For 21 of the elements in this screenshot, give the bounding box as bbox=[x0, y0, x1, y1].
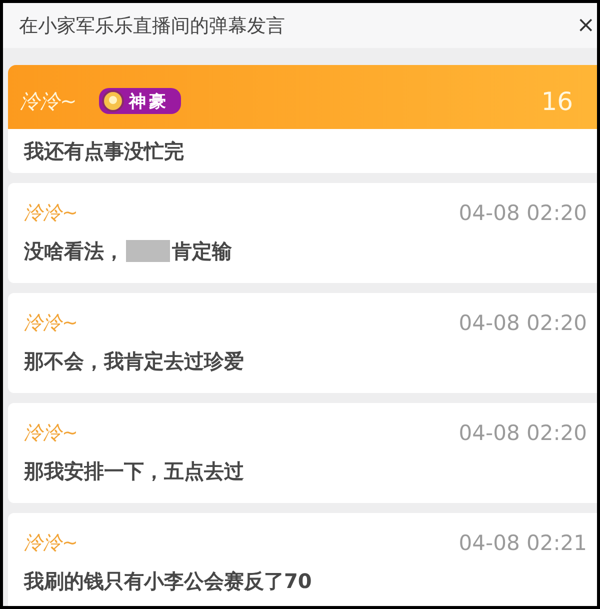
badge-label: 神豪 bbox=[128, 90, 169, 112]
message-count: 16 bbox=[541, 86, 573, 116]
window-title: 在小家军乐乐直播间的弹幕发言 bbox=[19, 14, 285, 38]
message-text: 没啥看法， bbox=[24, 238, 124, 264]
message-text: 我刷的钱只有小李公会赛反了70 bbox=[24, 568, 312, 594]
blurred-text bbox=[126, 240, 170, 262]
user-name: 泠泠~ bbox=[24, 531, 78, 556]
user-name: 泠泠~ bbox=[24, 311, 78, 336]
message-text: 我还有点事没忙完 bbox=[24, 138, 184, 164]
user-name: 泠泠~ bbox=[24, 201, 78, 226]
message-time: 04-08 02:20 bbox=[458, 421, 587, 445]
message-time: 04-08 02:21 bbox=[458, 531, 587, 555]
user-name: 泠泠~ bbox=[24, 421, 78, 446]
message-text: 那我安排一下，五点去过 bbox=[24, 458, 244, 484]
message-text: 那不会，我肯定去过珍爱 bbox=[24, 348, 244, 374]
message-time: 04-08 02:20 bbox=[458, 311, 587, 335]
message-time: 04-08 02:20 bbox=[458, 201, 587, 225]
medal-icon bbox=[100, 89, 125, 113]
message-text: 肯定输 bbox=[172, 238, 232, 264]
user-name: 泠泠~ bbox=[20, 88, 77, 114]
close-button[interactable]: × bbox=[576, 13, 597, 38]
